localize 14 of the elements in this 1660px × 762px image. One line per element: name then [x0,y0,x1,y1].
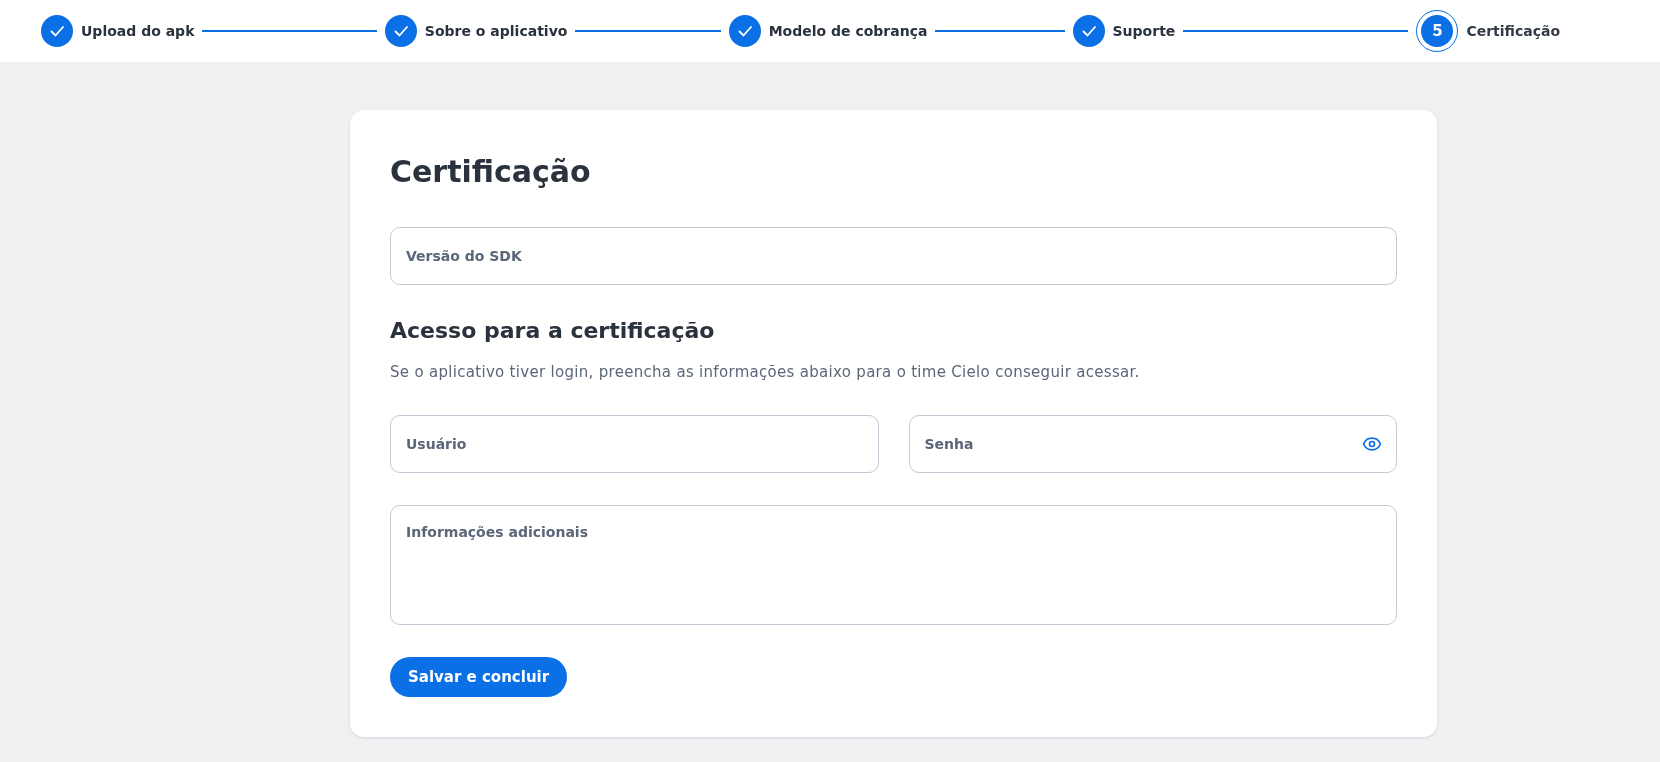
step-label: Certificação [1466,23,1561,39]
page-title: Certificação [390,153,591,191]
section-description: Se o aplicativo tiver login, preencha as informações abaixo para o time Cielo conseguir acessar. [390,362,1140,382]
step-label: Upload do apk [81,23,195,39]
step-label: Sobre o aplicativo [424,23,568,39]
step-label: Suporte [1112,23,1176,39]
password-field[interactable]: Senha [908,415,1397,473]
additional-info-field[interactable]: Informações adicionais [390,505,1397,625]
eye-icon[interactable] [1362,434,1382,454]
sdk-version-field[interactable]: Versão do SDK [390,227,1397,285]
save-button[interactable]: Salvar e concluir [390,657,568,697]
section-heading: Acesso para a certificação [390,317,715,345]
step-label: Modelo de cobrança [768,23,928,39]
username-field[interactable]: Usuário [390,415,879,473]
